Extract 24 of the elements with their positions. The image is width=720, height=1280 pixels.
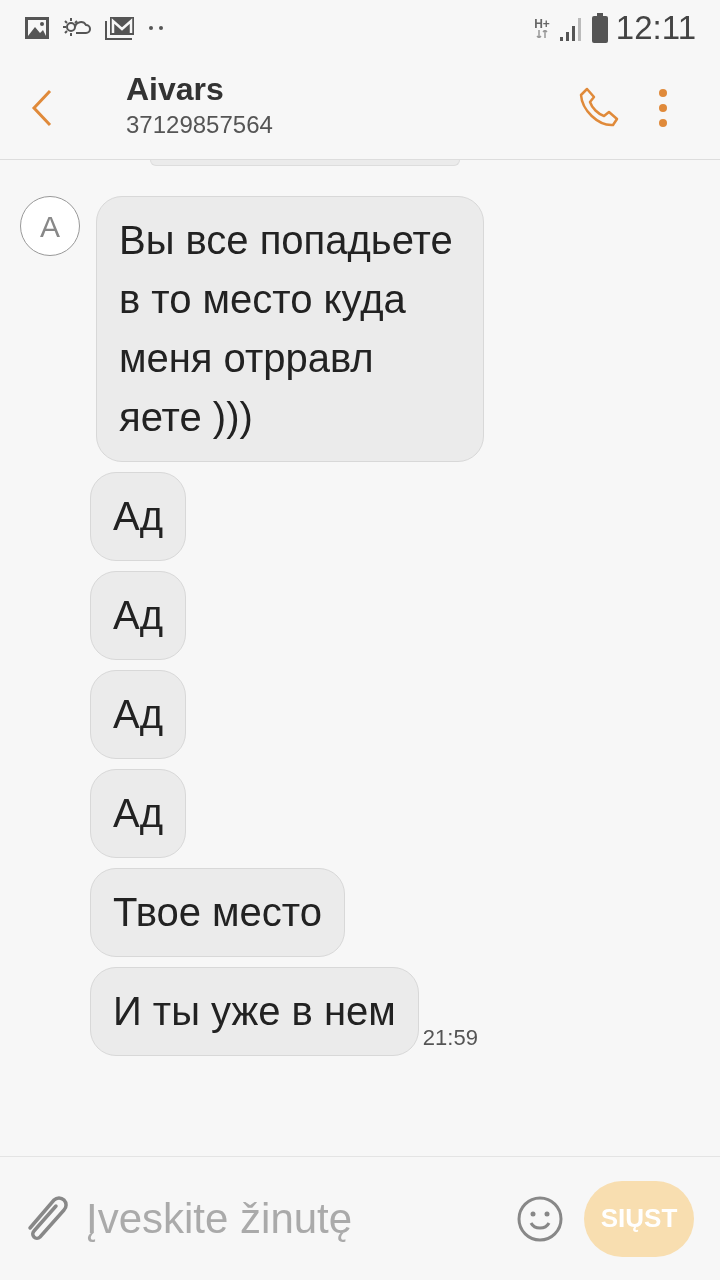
- message-time: 21:59: [422, 1024, 478, 1052]
- emoji-icon[interactable]: [516, 1194, 564, 1243]
- contact-name: Aivars: [126, 69, 225, 109]
- message-bubble[interactable]: Ад: [90, 670, 187, 759]
- network-type: H+: [534, 18, 550, 30]
- data-arrows-icon: [536, 30, 548, 38]
- more-options-button[interactable]: [658, 87, 668, 128]
- battery-icon: [591, 13, 608, 43]
- message-bubble[interactable]: Вы все попадьете в то место куда меня отрравл яете ))): [96, 196, 484, 462]
- signal-icon: [557, 15, 584, 41]
- message-input-field[interactable]: Įveskite žinutę: [86, 1187, 446, 1250]
- menu-icon: [658, 87, 668, 128]
- mail-icon: [104, 15, 136, 41]
- more-notifications-icon: [148, 25, 164, 31]
- message-bubble[interactable]: Ад: [90, 571, 187, 660]
- image-icon: [24, 16, 50, 40]
- status-time: 12:11: [615, 8, 696, 49]
- message-bubble[interactable]: Ад: [90, 769, 187, 858]
- message-bubble[interactable]: Твое место: [90, 868, 345, 957]
- contact-number: 37129857564: [126, 109, 273, 140]
- message-bubble[interactable]: И ты уже в нем: [90, 967, 419, 1056]
- back-icon: [30, 88, 54, 127]
- message-bubble[interactable]: Ад: [90, 472, 187, 561]
- contact-avatar[interactable]: A: [20, 196, 80, 256]
